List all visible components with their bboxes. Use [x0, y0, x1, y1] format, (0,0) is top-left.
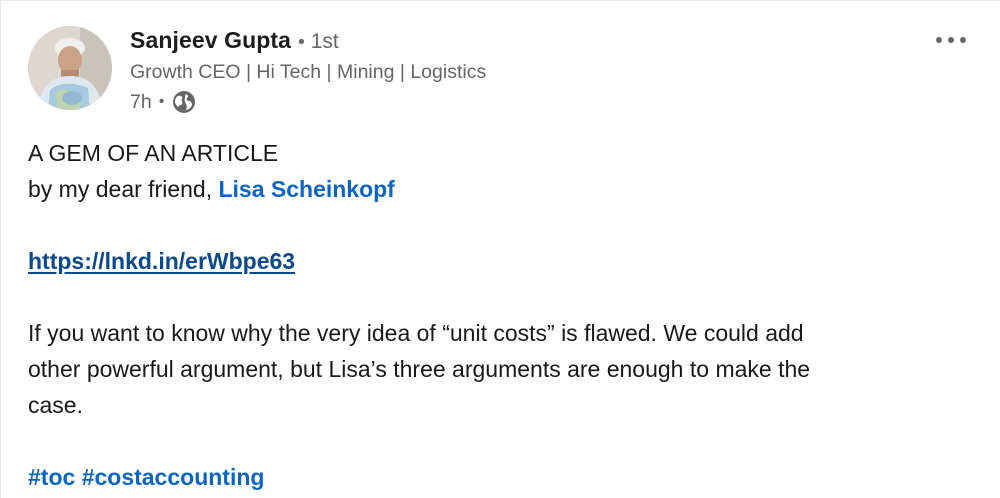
globe-icon	[171, 89, 197, 115]
meta-separator: •	[158, 93, 165, 110]
post-line-title: A GEM OF AN ARTICLE	[28, 140, 279, 166]
paragraph-line: If you want to know why the very idea of…	[28, 320, 804, 346]
author-name[interactable]: Sanjeev Gupta	[130, 27, 291, 54]
post-body: A GEM OF AN ARTICLE by my dear friend, L…	[28, 135, 968, 495]
feed-post-card: Sanjeev Gupta • 1st Growth CEO | Hi Tech…	[0, 0, 1000, 498]
hashtag-toc[interactable]: #toc	[28, 464, 75, 490]
author-photo	[28, 26, 112, 110]
credit-prefix: by my dear friend,	[28, 176, 219, 202]
author-avatar[interactable]	[28, 26, 112, 110]
mention-link[interactable]: Lisa Scheinkopf	[218, 176, 394, 202]
paragraph-line: other powerful argument, but Lisa’s thre…	[28, 356, 811, 382]
post-line-url: https://lnkd.in/erWbpe63	[28, 243, 968, 279]
hashtag-line: #toc #costaccounting	[28, 459, 968, 495]
post-line-credit: by my dear friend, Lisa Scheinkopf	[28, 171, 968, 207]
connection-degree: 1st	[310, 30, 339, 53]
hashtag-costaccounting[interactable]: #costaccounting	[82, 464, 265, 490]
more-options-button[interactable]	[926, 25, 976, 55]
author-headline: Growth CEO | Hi Tech | Mining | Logistic…	[130, 61, 487, 83]
post-paragraph: If you want to know why the very idea of…	[28, 315, 948, 423]
article-link[interactable]: https://lnkd.in/erWbpe63	[28, 248, 295, 274]
paragraph-line: case.	[28, 392, 83, 418]
more-options-icon	[936, 37, 966, 43]
author-name-row: Sanjeev Gupta • 1st	[130, 27, 486, 57]
post-time: 7h	[130, 90, 152, 113]
post-header: Sanjeev Gupta • 1st Growth CEO | Hi Tech…	[130, 27, 486, 117]
post-meta: 7h •	[130, 87, 486, 117]
name-separator: •	[298, 32, 305, 53]
